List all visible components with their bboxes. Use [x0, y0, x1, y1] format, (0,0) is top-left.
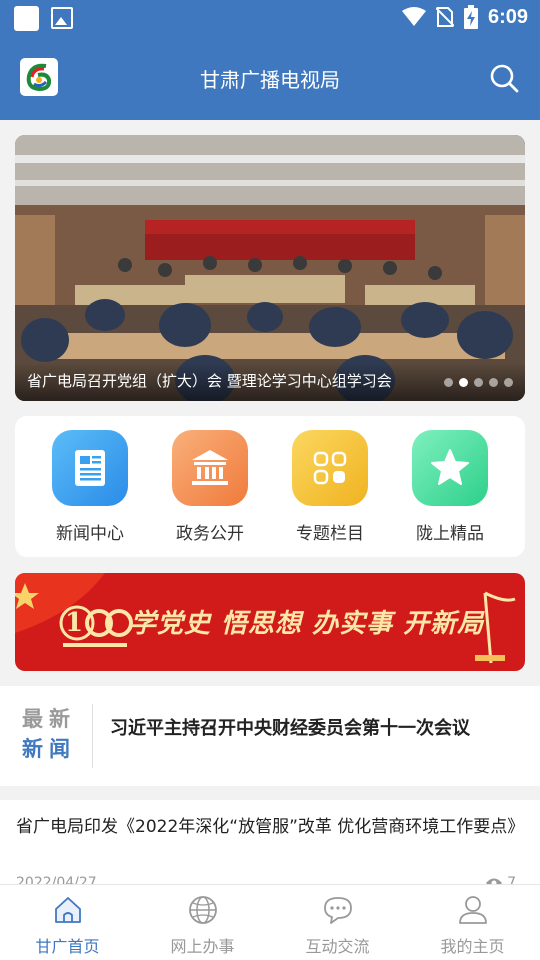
- government-building-icon: [172, 430, 248, 506]
- latest-news-tag: 最新 新闻: [22, 704, 82, 764]
- chat-icon: [323, 897, 352, 924]
- carousel-indicator: [444, 378, 513, 387]
- quick-item-label: 陇上精品: [416, 524, 484, 544]
- svg-text:1: 1: [65, 608, 83, 638]
- banner-caption: 省广电局召开党组（扩大）会 暨理论学习中心组学习会: [27, 372, 392, 390]
- home-icon: [54, 897, 81, 923]
- status-bar: 6:09: [0, 0, 540, 36]
- nav-my-page[interactable]: 我的主页: [405, 893, 540, 957]
- banner-carousel[interactable]: 省广电局召开党组（扩大）会 暨理论学习中心组学习会: [15, 135, 525, 401]
- nav-online-services[interactable]: 网上办事: [135, 893, 270, 957]
- nav-interaction[interactable]: 互动交流: [270, 893, 405, 957]
- latest-news-strip[interactable]: 最新 新闻 习近平主持召开中央财经委员会第十一次会议: [0, 686, 540, 786]
- newspaper-icon: [52, 430, 128, 506]
- star-icon: [412, 430, 488, 506]
- quick-item-label: 政务公开: [176, 524, 244, 544]
- quick-item-news-center[interactable]: 新闻中心: [45, 430, 135, 544]
- user-icon: [458, 896, 487, 924]
- banner-image: [15, 135, 525, 401]
- latest-news-headline[interactable]: 习近平主持召开中央财经委员会第十一次会议: [110, 714, 470, 740]
- carousel-dot-active: [459, 378, 468, 387]
- news-title: 省广电局印发《2022年深化“放管服”改革 优化营商环境工作要点》: [16, 817, 525, 837]
- page-title: 甘肃广播电视局: [200, 68, 340, 92]
- nav-label: 网上办事: [170, 937, 235, 956]
- quick-item-special-topics[interactable]: 专题栏目: [285, 430, 375, 544]
- carousel-dot: [504, 378, 513, 387]
- latest-tag-line1: 最新: [22, 707, 76, 731]
- image-notification-icon: [51, 7, 73, 29]
- notification-icon: [14, 6, 39, 31]
- bottom-navigation: 甘广首页 网上办事 互动交流 我的主页: [0, 884, 540, 960]
- nav-home[interactable]: 甘广首页: [0, 893, 135, 957]
- nav-label: 互动交流: [305, 937, 370, 956]
- promo-banner[interactable]: 1 学党史 悟思想 办实事 开新局: [15, 573, 525, 671]
- nav-label: 甘广首页: [35, 937, 100, 956]
- globe-icon: [188, 896, 217, 924]
- no-sim-icon: [435, 7, 454, 27]
- promo-slogan: 学党史 悟思想 办实事 开新局: [130, 609, 485, 639]
- app-header: 甘肃广播电视局: [0, 36, 540, 120]
- clock: 6:09: [487, 5, 528, 28]
- quick-item-boutique[interactable]: 陇上精品: [405, 430, 495, 544]
- battery-charging-icon: [463, 5, 478, 29]
- search-button[interactable]: [488, 62, 520, 94]
- grid-icon: [292, 430, 368, 506]
- nav-label: 我的主页: [440, 937, 505, 956]
- quick-item-label: 专题栏目: [296, 524, 364, 544]
- latest-tag-line2: 新闻: [22, 737, 76, 761]
- wifi-icon: [401, 7, 426, 26]
- carousel-dot: [474, 378, 483, 387]
- quick-menu: 新闻中心 政务公开 专题栏目 陇上精品: [15, 416, 525, 557]
- search-icon: [490, 64, 519, 93]
- carousel-dot: [489, 378, 498, 387]
- divider: [92, 704, 93, 768]
- quick-item-government-affairs[interactable]: 政务公开: [165, 430, 255, 544]
- carousel-dot: [444, 378, 453, 387]
- quick-item-label: 新闻中心: [56, 524, 124, 544]
